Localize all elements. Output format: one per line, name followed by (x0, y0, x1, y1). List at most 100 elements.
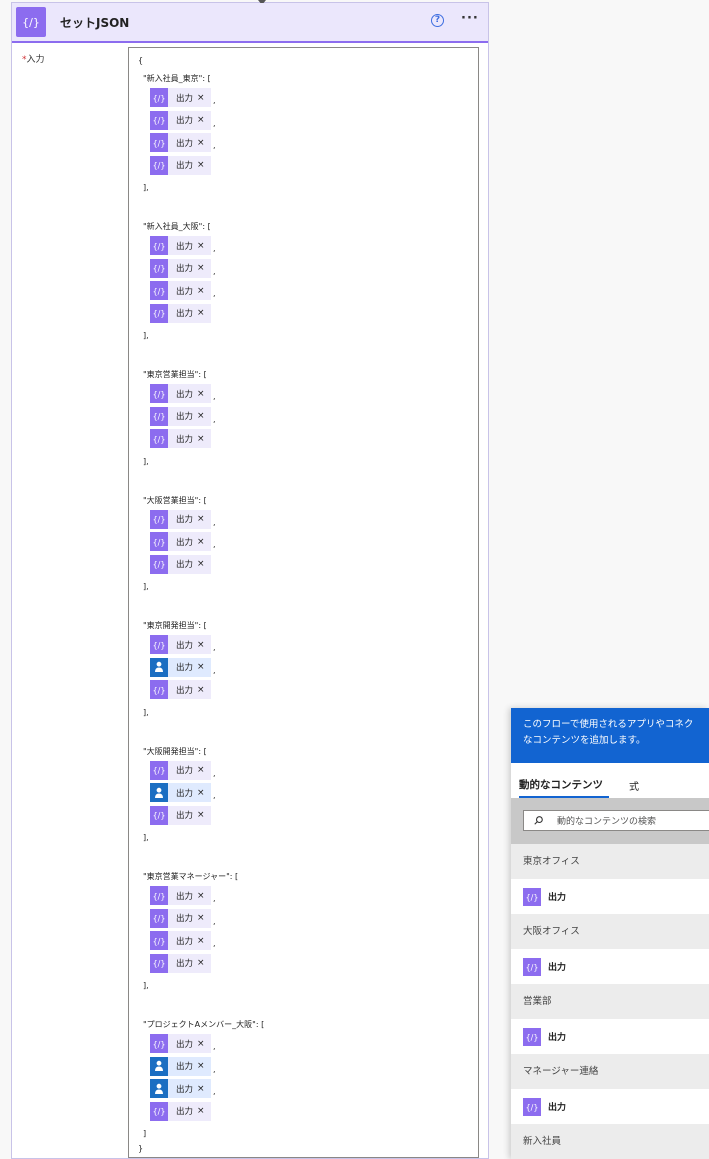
json-comma: , (213, 1064, 216, 1074)
remove-token-icon[interactable]: × (197, 93, 205, 103)
search-placeholder: 動的なコンテンツの検索 (557, 817, 657, 827)
svg-text:{∕}: {∕} (153, 390, 166, 399)
json-key: "東京開発担当": [ (143, 621, 207, 630)
remove-token-icon[interactable]: × (197, 891, 205, 901)
dynamic-content-token[interactable]: {∕} 出力 × (150, 1034, 211, 1053)
tab-dynamic-content[interactable]: 動的なコンテンツ (519, 777, 603, 792)
token-label: 出力 (176, 685, 194, 696)
more-options-icon[interactable]: ··· (461, 11, 479, 26)
expression-curly-braces-icon: {∕} (150, 908, 168, 928)
dynamic-content-token[interactable]: {∕} 出力 × (150, 384, 211, 403)
dynamic-content-token[interactable]: {∕} 出力 × (150, 303, 211, 323)
section-header[interactable]: 営業部 (511, 984, 709, 1019)
dynamic-content-token[interactable]: {∕} 出力 × (150, 886, 211, 905)
dynamic-content-token[interactable]: {∕} 出力 × (150, 258, 211, 278)
remove-token-icon[interactable]: × (197, 913, 205, 923)
dynamic-content-token[interactable]: 出力 × (150, 783, 211, 802)
action-header[interactable]: {∕} セットJSON ? ··· (12, 3, 488, 43)
dynamic-content-item[interactable]: {∕} 出力 (511, 879, 709, 914)
dynamic-content-token[interactable]: 出力 × (150, 1056, 211, 1076)
svg-text:{∕}: {∕} (153, 959, 166, 968)
json-key: "大阪開発担当": [ (143, 746, 207, 756)
section-header[interactable]: マネージャー連絡 (511, 1054, 709, 1089)
dynamic-content-token[interactable]: {∕} 出力 × (150, 680, 211, 699)
dynamic-content-token[interactable]: {∕} 出力 × (150, 509, 211, 529)
json-input-editor[interactable]: {"新入社員_東京": [{∕} 出力 ×, {∕} 出力 ×, {∕} 出力 ×, {∕} 出力 ×… (128, 47, 479, 1158)
remove-token-icon[interactable]: × (197, 514, 205, 524)
remove-token-icon[interactable]: × (197, 308, 205, 318)
dynamic-content-list: 東京オフィス {∕} 出力 大阪オフィス {∕} 出力 営業部 {∕} 出力 マネージャー連絡 {∕… (511, 844, 709, 1159)
dynamic-content-token[interactable]: {∕} 出力 × (150, 429, 211, 448)
dynamic-content-token[interactable]: {∕} 出力 × (150, 110, 211, 130)
dynamic-content-item[interactable]: {∕} 出力 (511, 1089, 709, 1124)
dynamic-content-token[interactable]: {∕} 出力 × (150, 1101, 211, 1121)
section-header[interactable]: 新入社員 (511, 1124, 709, 1159)
svg-text:{∕}: {∕} (153, 515, 166, 524)
remove-token-icon[interactable]: × (197, 263, 205, 273)
expression-curly-braces-icon: {∕} (150, 429, 168, 448)
dynamic-content-token[interactable]: {∕} 出力 × (150, 406, 211, 426)
remove-token-icon[interactable]: × (197, 958, 205, 968)
remove-token-icon[interactable]: × (197, 138, 205, 148)
json-comma: , (213, 643, 216, 652)
dynamic-content-token[interactable]: 出力 × (150, 1079, 211, 1098)
dynamic-content-token[interactable]: {∕} 出力 × (150, 931, 211, 950)
remove-token-icon[interactable]: × (197, 810, 205, 820)
remove-token-icon[interactable]: × (197, 685, 205, 695)
remove-token-icon[interactable]: × (197, 559, 205, 569)
help-icon[interactable]: ? (431, 14, 444, 27)
dynamic-content-item[interactable]: {∕} 出力 (511, 949, 709, 984)
dynamic-content-search-input[interactable]: 動的なコンテンツの検索 (523, 810, 709, 831)
remove-token-icon[interactable]: × (197, 1084, 205, 1094)
remove-token-icon[interactable]: × (197, 1106, 205, 1116)
remove-token-icon[interactable]: × (197, 765, 205, 775)
remove-token-icon[interactable]: × (197, 640, 205, 650)
remove-token-icon[interactable]: × (197, 537, 205, 547)
remove-token-icon[interactable]: × (197, 1061, 205, 1071)
json-comma: , (213, 894, 216, 903)
svg-text:{∕}: {∕} (153, 937, 166, 946)
dynamic-content-token[interactable]: {∕} 出力 × (150, 88, 211, 107)
dynamic-content-token[interactable]: {∕} 出力 × (150, 554, 211, 574)
dynamic-content-token[interactable]: {∕} 出力 × (150, 281, 211, 300)
section-header[interactable]: 大阪オフィス (511, 914, 709, 949)
dynamic-content-token[interactable]: 出力 × (150, 657, 211, 677)
json-close-bracket: ], (143, 582, 149, 591)
svg-text:{∕}: {∕} (153, 287, 166, 296)
dynamic-content-token[interactable]: {∕} 出力 × (150, 133, 211, 152)
dynamic-content-item[interactable]: {∕} 出力 (511, 1019, 709, 1054)
json-close-bracket: ], (143, 707, 149, 717)
section-header[interactable]: 東京オフィス (511, 844, 709, 879)
dynamic-content-token[interactable]: {∕} 出力 × (150, 236, 211, 255)
dynamic-content-token[interactable]: {∕} 出力 × (150, 760, 211, 780)
remove-token-icon[interactable]: × (197, 160, 205, 170)
remove-token-icon[interactable]: × (197, 662, 205, 672)
token-label: 出力 (176, 959, 194, 969)
dynamic-content-token[interactable]: {∕} 出力 × (150, 532, 211, 551)
dynamic-content-token[interactable]: {∕} 出力 × (150, 908, 211, 928)
remove-token-icon[interactable]: × (197, 389, 205, 399)
expression-curly-braces-icon: {∕} (523, 887, 541, 906)
tab-expression[interactable]: 式 (629, 778, 639, 793)
token-label: 出力 (176, 1084, 194, 1095)
token-label: 出力 (176, 537, 194, 548)
remove-token-icon[interactable]: × (197, 1039, 205, 1049)
dynamic-content-token[interactable]: {∕} 出力 × (150, 635, 211, 654)
remove-token-icon[interactable]: × (197, 411, 205, 421)
svg-text:{∕}: {∕} (22, 16, 40, 29)
json-key: "東京営業担当": [ (143, 370, 207, 379)
dynamic-content-token[interactable]: {∕} 出力 × (150, 953, 211, 973)
json-comma: , (213, 96, 216, 105)
remove-token-icon[interactable]: × (197, 434, 205, 444)
dynamic-content-token[interactable]: {∕} 出力 × (150, 805, 211, 825)
remove-token-icon[interactable]: × (197, 788, 205, 798)
remove-token-icon[interactable]: × (197, 241, 205, 251)
search-area: 動的なコンテンツの検索 (511, 798, 709, 844)
remove-token-icon[interactable]: × (197, 286, 205, 296)
token-label: 出力 (176, 389, 194, 400)
remove-token-icon[interactable]: × (197, 115, 205, 125)
expression-curly-braces-icon: {∕} (150, 258, 168, 278)
dynamic-content-token[interactable]: {∕} 出力 × (150, 155, 211, 175)
remove-token-icon[interactable]: × (197, 936, 205, 946)
json-key: "新入社員_大阪": [ (143, 222, 211, 231)
